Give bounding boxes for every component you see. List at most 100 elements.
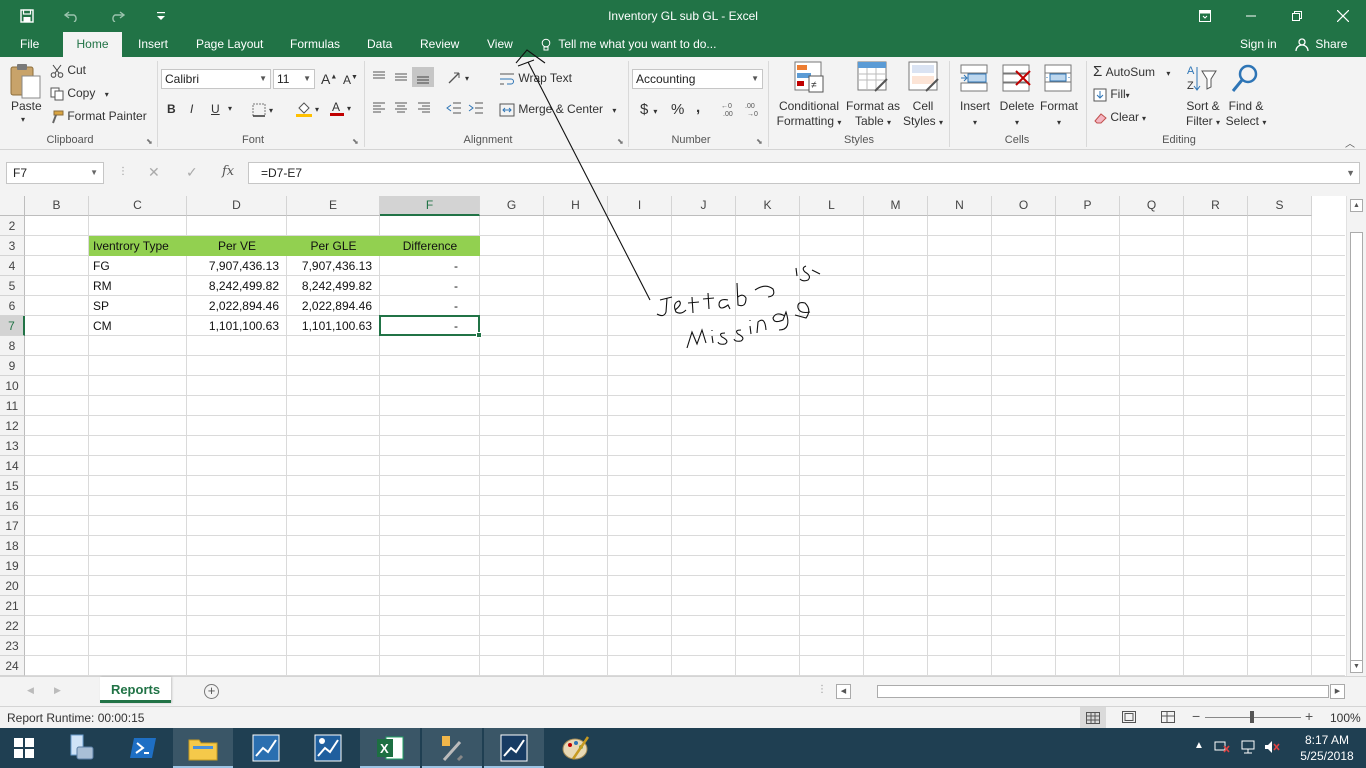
- row-header-3[interactable]: 3: [0, 236, 25, 256]
- show-hidden-icons[interactable]: ▲: [1194, 740, 1204, 751]
- column-header-i[interactable]: I: [608, 196, 672, 216]
- row-header-16[interactable]: 16: [0, 496, 25, 516]
- column-header-m[interactable]: M: [864, 196, 928, 216]
- table-cell[interactable]: 8,242,499.82: [187, 276, 287, 296]
- table-cell[interactable]: CM: [89, 316, 187, 336]
- column-header-n[interactable]: N: [928, 196, 992, 216]
- table-cell[interactable]: -: [380, 296, 480, 316]
- bottom-align-button[interactable]: [412, 67, 434, 87]
- orientation-button[interactable]: ▾: [447, 70, 469, 85]
- tab-review[interactable]: Review: [414, 32, 465, 57]
- merge-center-button[interactable]: Merge & Center ▾: [499, 102, 616, 117]
- scroll-left-icon[interactable]: ◀: [836, 684, 851, 699]
- share-button[interactable]: Share: [1295, 32, 1347, 57]
- row-header-7[interactable]: 7: [0, 316, 25, 336]
- middle-align-button[interactable]: [394, 71, 408, 86]
- column-header-g[interactable]: G: [480, 196, 544, 216]
- table-header-cell[interactable]: Per VE: [187, 236, 287, 256]
- find-select-button[interactable]: [1230, 63, 1260, 98]
- tab-split-grip[interactable]: ⋮: [817, 684, 827, 695]
- table-cell[interactable]: FG: [89, 256, 187, 276]
- page-break-view-button[interactable]: [1161, 711, 1175, 726]
- table-header-cell[interactable]: Per GLE: [287, 236, 380, 256]
- font-size-select[interactable]: 11 ▼: [273, 69, 315, 89]
- table-cell[interactable]: 1,101,100.63: [287, 316, 380, 336]
- paste-button[interactable]: Paste ▾: [8, 63, 44, 133]
- sheet-tab-reports[interactable]: Reports: [100, 677, 171, 703]
- cell-styles-button[interactable]: [908, 61, 940, 96]
- row-header-5[interactable]: 5: [0, 276, 25, 296]
- fill-color-button[interactable]: ▾: [296, 101, 319, 117]
- row-header-21[interactable]: 21: [0, 596, 25, 616]
- formula-input[interactable]: =D7-E7 ▼: [248, 162, 1360, 184]
- taskbar-app-excel[interactable]: X: [360, 728, 420, 768]
- row-header-18[interactable]: 18: [0, 536, 25, 556]
- table-cell[interactable]: SP: [89, 296, 187, 316]
- enter-icon[interactable]: ✓: [186, 164, 198, 181]
- row-header-13[interactable]: 13: [0, 436, 25, 456]
- format-cells-button[interactable]: [1044, 63, 1074, 96]
- scroll-thumb[interactable]: [1350, 232, 1363, 662]
- column-header-k[interactable]: K: [736, 196, 800, 216]
- row-header-8[interactable]: 8: [0, 336, 25, 356]
- column-header-d[interactable]: D: [187, 196, 287, 216]
- zoom-in-icon[interactable]: +: [1305, 708, 1313, 724]
- sign-in-link[interactable]: Sign in: [1240, 32, 1277, 57]
- sort-filter-button[interactable]: AZ: [1186, 63, 1218, 98]
- fill-button[interactable]: Fill▾: [1093, 87, 1130, 102]
- underline-button[interactable]: U: [211, 102, 220, 116]
- number-format-select[interactable]: Accounting ▼: [632, 69, 763, 89]
- next-sheet-icon[interactable]: ▶: [54, 685, 61, 696]
- delete-cells-button[interactable]: [1002, 63, 1032, 96]
- worksheet-grid[interactable]: BCDEFGHIJKLMNOPQRS 2 3 4 5 6 7 8 9 10 11 12 13 14 15 1…: [0, 196, 1345, 676]
- close-icon[interactable]: [1320, 0, 1366, 32]
- tab-formulas[interactable]: Formulas: [284, 32, 346, 57]
- table-cell[interactable]: 7,907,436.13: [187, 256, 287, 276]
- align-right-button[interactable]: [417, 102, 431, 117]
- tab-page-layout[interactable]: Page Layout: [190, 32, 269, 57]
- table-cell[interactable]: 7,907,436.13: [287, 256, 380, 276]
- restore-icon[interactable]: [1274, 0, 1320, 32]
- table-cell[interactable]: RM: [89, 276, 187, 296]
- align-center-button[interactable]: [394, 102, 408, 117]
- prev-sheet-icon[interactable]: ◀: [27, 685, 34, 696]
- network-icon[interactable]: [1240, 740, 1256, 757]
- table-cell[interactable]: 2,022,894.46: [287, 296, 380, 316]
- table-cell[interactable]: 2,022,894.46: [187, 296, 287, 316]
- autosum-button[interactable]: Σ AutoSum ▾: [1093, 63, 1170, 80]
- font-name-select[interactable]: Calibri ▼: [161, 69, 271, 89]
- column-header-l[interactable]: L: [800, 196, 864, 216]
- table-header-cell[interactable]: Difference: [380, 236, 480, 256]
- taskbar-app-tools[interactable]: [422, 728, 482, 768]
- row-header-19[interactable]: 19: [0, 556, 25, 576]
- taskbar-app-reports[interactable]: [484, 728, 544, 768]
- collapse-ribbon-icon[interactable]: ︿: [1345, 135, 1355, 150]
- decrease-indent-button[interactable]: [446, 102, 462, 117]
- column-header-p[interactable]: P: [1056, 196, 1120, 216]
- vertical-scrollbar[interactable]: ▲ ▼: [1346, 196, 1366, 676]
- scroll-up-icon[interactable]: ▲: [1350, 199, 1363, 212]
- wrap-text-button[interactable]: Wrap Text: [499, 71, 572, 86]
- row-header-11[interactable]: 11: [0, 396, 25, 416]
- align-left-button[interactable]: [372, 102, 386, 117]
- column-header-r[interactable]: R: [1184, 196, 1248, 216]
- clear-button[interactable]: Clear ▾: [1093, 110, 1146, 125]
- row-header-12[interactable]: 12: [0, 416, 25, 436]
- tell-me-box[interactable]: Tell me what you want to do...: [541, 32, 716, 57]
- column-header-e[interactable]: E: [287, 196, 380, 216]
- normal-view-button[interactable]: [1080, 707, 1106, 728]
- column-header-b[interactable]: B: [25, 196, 89, 216]
- ribbon-display-options-icon[interactable]: [1182, 0, 1228, 32]
- new-sheet-icon[interactable]: +: [204, 684, 219, 699]
- row-header-10[interactable]: 10: [0, 376, 25, 396]
- row-header-6[interactable]: 6: [0, 296, 25, 316]
- column-header-s[interactable]: S: [1248, 196, 1312, 216]
- scroll-right-icon[interactable]: ▶: [1330, 684, 1345, 699]
- row-header-2[interactable]: 2: [0, 216, 25, 236]
- zoom-level[interactable]: 100%: [1330, 711, 1361, 725]
- italic-button[interactable]: I: [190, 102, 193, 116]
- tab-file[interactable]: File: [14, 32, 45, 57]
- column-header-o[interactable]: O: [992, 196, 1056, 216]
- zoom-slider-thumb[interactable]: [1250, 711, 1254, 723]
- font-color-button[interactable]: A ▾: [330, 100, 351, 116]
